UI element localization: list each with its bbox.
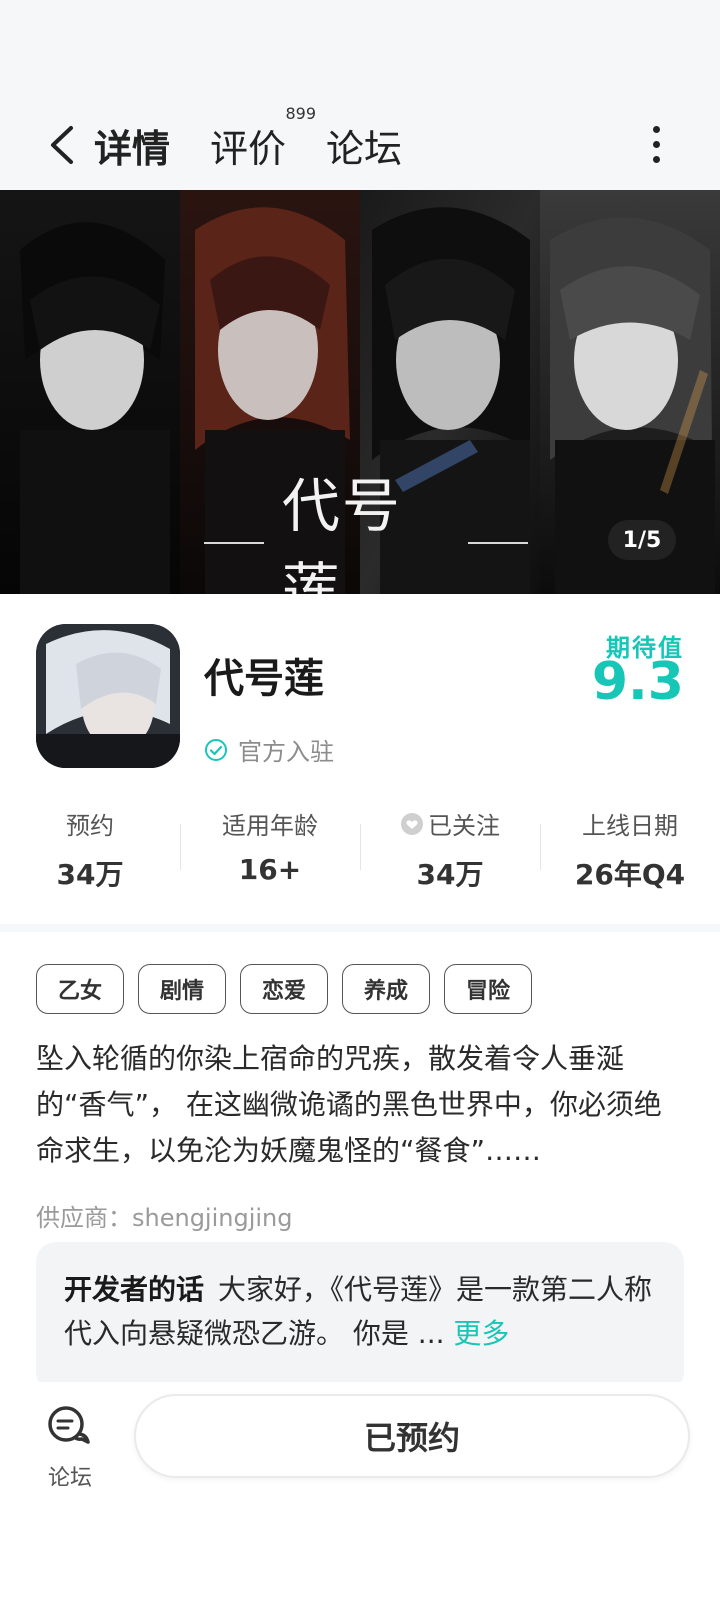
game-details-section: 乙女 剧情 恋爱 养成 冒险 坠入轮循的你染上宿命的咒疾，散发着令人垂涎的“香气… [0,932,720,1392]
stat-release-date: 上线日期 26年Q4 [540,806,720,896]
stat-label: 适用年龄 [222,812,318,840]
heart-icon [401,812,423,835]
app-info-section: 代号莲 官方入驻 期待值 9.3 预约 34万 适用年龄 16+ 已关注 34万 [0,594,720,924]
stat-value: 34万 [416,858,484,891]
tag-chip[interactable]: 乙女 [36,964,124,1014]
developer-note-more-link[interactable]: 更多 [453,1317,509,1350]
forum-button[interactable]: 论坛 [40,1404,100,1494]
app-icon[interactable] [36,624,180,768]
expectation-score: 9.3 [591,652,684,712]
chevron-left-icon [51,126,73,164]
logo-left-line [204,542,264,544]
carousel-counter: 1/5 [608,520,676,560]
more-dot-icon [652,155,660,163]
back-button[interactable] [34,117,90,173]
stat-age-rating: 适用年龄 16+ [180,806,360,896]
review-count-badge: 899 [285,103,317,123]
tab-details[interactable]: 详情 [90,118,175,175]
official-badge: 官方入驻 [204,732,334,767]
more-dot-icon [652,125,660,133]
tab-details-label: 详情 [94,126,171,171]
stat-label-text: 已关注 [428,812,500,840]
more-options-button[interactable] [636,116,676,172]
tag-chip[interactable]: 冒险 [444,964,532,1014]
stat-followers[interactable]: 已关注 34万 [360,806,540,896]
chat-bubble-icon [48,1406,90,1444]
stat-label-with-icon: 已关注 [360,806,540,841]
tag-chip[interactable]: 剧情 [138,964,226,1014]
tag-list: 乙女 剧情 恋爱 养成 冒险 [36,964,532,1014]
tab-forum[interactable]: 论坛 [326,118,402,173]
tab-reviews-label: 评价 [210,126,287,171]
tab-forum-label: 论坛 [326,126,403,171]
stat-reservations: 预约 34万 [0,806,180,896]
more-dot-icon [652,140,660,148]
stat-value: 26年Q4 [574,858,686,891]
tab-reviews[interactable]: 评价 899 [210,104,316,173]
bottom-action-bar: 论坛 已预约 [0,1382,720,1604]
stats-row: 预约 34万 适用年龄 16+ 已关注 34万 上线日期 26年Q4 [0,806,720,896]
developer-note-title: 开发者的话 [64,1273,205,1306]
tag-chip[interactable]: 养成 [342,964,430,1014]
top-navigation: 详情 评价 899 论坛 [0,100,720,190]
tag-chip[interactable]: 恋爱 [240,964,328,1014]
banner-carousel[interactable]: 代号莲 1/5 [0,190,720,594]
stat-label: 上线日期 [582,812,678,840]
stat-value: 34万 [56,858,124,891]
official-label: 官方入驻 [238,738,334,766]
stat-value: 16+ [238,853,302,886]
game-description[interactable]: 坠入轮循的你染上宿命的咒疾，散发着令人垂涎的“香气”， 在这幽微诡谲的黑色世界中… [36,1036,686,1174]
app-title: 代号莲 [204,656,324,702]
status-bar-area [0,0,720,100]
reserved-button[interactable]: 已预约 [134,1394,690,1478]
verified-check-icon [205,738,227,761]
banner-title: 代号莲 [281,472,402,594]
vendor-info: 供应商：shengjingjing [36,1204,293,1232]
forum-label: 论坛 [47,1466,92,1491]
logo-right-line [468,542,528,544]
stat-label: 预约 [66,812,114,840]
developer-note-card[interactable]: 开发者的话 大家好，《代号莲》是一款第二人称代入向悬疑微恐乙游。 你是 ... 更… [36,1242,684,1392]
app-icon-art [36,624,180,768]
banner-logo: 代号莲 [204,472,528,594]
